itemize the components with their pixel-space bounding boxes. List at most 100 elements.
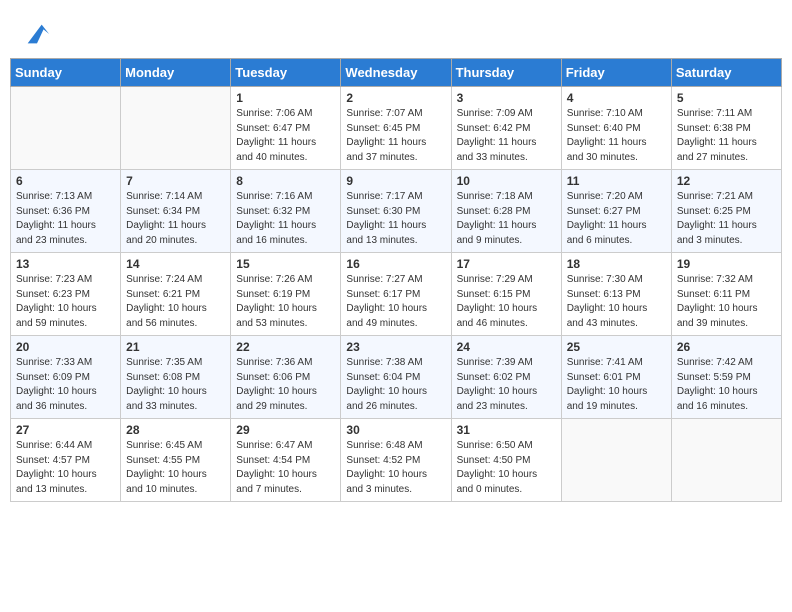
calendar-cell: 5 Sunrise: 7:11 AM Sunset: 6:38 PM Daylig… (671, 87, 781, 170)
calendar-table: SundayMondayTuesdayWednesdayThursdayFrid… (10, 58, 782, 502)
day-number: 1 (236, 91, 335, 105)
logo (20, 20, 51, 48)
day-number: 25 (567, 340, 666, 354)
day-number: 28 (126, 423, 225, 437)
day-number: 22 (236, 340, 335, 354)
calendar-cell: 27 Sunrise: 6:44 AM Sunset: 4:57 PM Dayli… (11, 419, 121, 502)
calendar-cell: 15 Sunrise: 7:26 AM Sunset: 6:19 PM Dayli… (231, 253, 341, 336)
page-header (10, 10, 782, 53)
day-info: Sunrise: 7:17 AM Sunset: 6:30 PM Dayligh… (346, 190, 445, 248)
calendar-cell: 26Sunrise: 7:42 AM Sunset: 5:59 PM Dayli… (671, 336, 781, 419)
calendar-cell (671, 419, 781, 502)
calendar-cell: 6 Sunrise: 7:13 AM Sunset: 6:36 PM Daylig… (11, 170, 121, 253)
calendar-cell: 11 Sunrise: 7:20 AM Sunset: 6:27 PM Dayli… (561, 170, 671, 253)
day-info: Sunrise: 7:06 AM Sunset: 6:47 PM Dayligh… (236, 107, 335, 165)
day-number: 7 (126, 174, 225, 188)
calendar-day-header: Sunday (11, 59, 121, 87)
calendar-cell: 14Sunrise: 7:24 AM Sunset: 6:21 PM Dayli… (121, 253, 231, 336)
calendar-week-row: 1 Sunrise: 7:06 AM Sunset: 6:47 PM Daylig… (11, 87, 782, 170)
day-info: Sunrise: 7:23 AM Sunset: 6:23 PM Dayligh… (16, 273, 115, 331)
day-info: Sunrise: 7:24 AM Sunset: 6:21 PM Dayligh… (126, 273, 225, 331)
day-number: 6 (16, 174, 115, 188)
calendar-cell: 24Sunrise: 7:39 AM Sunset: 6:02 PM Dayli… (451, 336, 561, 419)
calendar-cell: 19 Sunrise: 7:32 AM Sunset: 6:11 PM Dayli… (671, 253, 781, 336)
day-number: 20 (16, 340, 115, 354)
day-info: Sunrise: 7:21 AM Sunset: 6:25 PM Dayligh… (677, 190, 776, 248)
calendar-cell (561, 419, 671, 502)
day-info: Sunrise: 7:35 AM Sunset: 6:08 PM Dayligh… (126, 356, 225, 414)
day-number: 3 (457, 91, 556, 105)
day-number: 16 (346, 257, 445, 271)
day-info: Sunrise: 7:10 AM Sunset: 6:40 PM Dayligh… (567, 107, 666, 165)
day-info: Sunrise: 7:11 AM Sunset: 6:38 PM Dayligh… (677, 107, 776, 165)
day-info: Sunrise: 7:38 AM Sunset: 6:04 PM Dayligh… (346, 356, 445, 414)
calendar-cell: 10 Sunrise: 7:18 AM Sunset: 6:28 PM Dayli… (451, 170, 561, 253)
day-info: Sunrise: 7:42 AM Sunset: 5:59 PM Dayligh… (677, 356, 776, 414)
day-info: Sunrise: 7:41 AM Sunset: 6:01 PM Dayligh… (567, 356, 666, 414)
calendar-cell: 8Sunrise: 7:16 AM Sunset: 6:32 PM Daylig… (231, 170, 341, 253)
calendar-week-row: 13 Sunrise: 7:23 AM Sunset: 6:23 PM Dayli… (11, 253, 782, 336)
calendar-cell: 4 Sunrise: 7:10 AM Sunset: 6:40 PM Daylig… (561, 87, 671, 170)
day-info: Sunrise: 6:47 AM Sunset: 4:54 PM Dayligh… (236, 439, 335, 497)
day-number: 15 (236, 257, 335, 271)
calendar-header-row: SundayMondayTuesdayWednesdayThursdayFrid… (11, 59, 782, 87)
calendar-cell: 31Sunrise: 6:50 AM Sunset: 4:50 PM Dayli… (451, 419, 561, 502)
calendar-cell: 21 Sunrise: 7:35 AM Sunset: 6:08 PM Dayli… (121, 336, 231, 419)
day-info: Sunrise: 7:07 AM Sunset: 6:45 PM Dayligh… (346, 107, 445, 165)
day-info: Sunrise: 7:36 AM Sunset: 6:06 PM Dayligh… (236, 356, 335, 414)
day-number: 19 (677, 257, 776, 271)
day-number: 4 (567, 91, 666, 105)
day-number: 21 (126, 340, 225, 354)
calendar-cell: 2 Sunrise: 7:07 AM Sunset: 6:45 PM Daylig… (341, 87, 451, 170)
day-info: Sunrise: 6:44 AM Sunset: 4:57 PM Dayligh… (16, 439, 115, 497)
calendar-cell: 20Sunrise: 7:33 AM Sunset: 6:09 PM Dayli… (11, 336, 121, 419)
day-info: Sunrise: 7:29 AM Sunset: 6:15 PM Dayligh… (457, 273, 556, 331)
calendar-cell: 23 Sunrise: 7:38 AM Sunset: 6:04 PM Dayli… (341, 336, 451, 419)
calendar-cell: 9 Sunrise: 7:17 AM Sunset: 6:30 PM Daylig… (341, 170, 451, 253)
calendar-cell: 12Sunrise: 7:21 AM Sunset: 6:25 PM Dayli… (671, 170, 781, 253)
day-info: Sunrise: 7:18 AM Sunset: 6:28 PM Dayligh… (457, 190, 556, 248)
day-number: 5 (677, 91, 776, 105)
day-number: 30 (346, 423, 445, 437)
calendar-cell: 30 Sunrise: 6:48 AM Sunset: 4:52 PM Dayli… (341, 419, 451, 502)
calendar-day-header: Friday (561, 59, 671, 87)
calendar-day-header: Wednesday (341, 59, 451, 87)
day-number: 8 (236, 174, 335, 188)
day-number: 18 (567, 257, 666, 271)
calendar-day-header: Tuesday (231, 59, 341, 87)
day-number: 23 (346, 340, 445, 354)
calendar-week-row: 20Sunrise: 7:33 AM Sunset: 6:09 PM Dayli… (11, 336, 782, 419)
calendar-cell: 16Sunrise: 7:27 AM Sunset: 6:17 PM Dayli… (341, 253, 451, 336)
calendar-day-header: Saturday (671, 59, 781, 87)
day-info: Sunrise: 6:50 AM Sunset: 4:50 PM Dayligh… (457, 439, 556, 497)
day-number: 27 (16, 423, 115, 437)
day-info: Sunrise: 6:48 AM Sunset: 4:52 PM Dayligh… (346, 439, 445, 497)
calendar-cell: 13 Sunrise: 7:23 AM Sunset: 6:23 PM Dayli… (11, 253, 121, 336)
day-info: Sunrise: 7:14 AM Sunset: 6:34 PM Dayligh… (126, 190, 225, 248)
calendar-cell (11, 87, 121, 170)
day-number: 10 (457, 174, 556, 188)
calendar-cell: 1 Sunrise: 7:06 AM Sunset: 6:47 PM Daylig… (231, 87, 341, 170)
calendar-week-row: 27 Sunrise: 6:44 AM Sunset: 4:57 PM Dayli… (11, 419, 782, 502)
day-info: Sunrise: 7:32 AM Sunset: 6:11 PM Dayligh… (677, 273, 776, 331)
calendar-day-header: Thursday (451, 59, 561, 87)
calendar-cell: 29Sunrise: 6:47 AM Sunset: 4:54 PM Dayli… (231, 419, 341, 502)
calendar-week-row: 6 Sunrise: 7:13 AM Sunset: 6:36 PM Daylig… (11, 170, 782, 253)
day-number: 17 (457, 257, 556, 271)
day-info: Sunrise: 7:26 AM Sunset: 6:19 PM Dayligh… (236, 273, 335, 331)
calendar-cell: 25 Sunrise: 7:41 AM Sunset: 6:01 PM Dayli… (561, 336, 671, 419)
day-number: 2 (346, 91, 445, 105)
day-number: 9 (346, 174, 445, 188)
day-info: Sunrise: 7:39 AM Sunset: 6:02 PM Dayligh… (457, 356, 556, 414)
calendar-cell: 28Sunrise: 6:45 AM Sunset: 4:55 PM Dayli… (121, 419, 231, 502)
calendar-cell: 22 Sunrise: 7:36 AM Sunset: 6:06 PM Dayli… (231, 336, 341, 419)
logo-icon (23, 20, 51, 48)
day-number: 11 (567, 174, 666, 188)
day-info: Sunrise: 7:30 AM Sunset: 6:13 PM Dayligh… (567, 273, 666, 331)
calendar-cell: 3Sunrise: 7:09 AM Sunset: 6:42 PM Daylig… (451, 87, 561, 170)
day-info: Sunrise: 7:13 AM Sunset: 6:36 PM Dayligh… (16, 190, 115, 248)
calendar-cell: 17 Sunrise: 7:29 AM Sunset: 6:15 PM Dayli… (451, 253, 561, 336)
day-info: Sunrise: 7:20 AM Sunset: 6:27 PM Dayligh… (567, 190, 666, 248)
day-number: 13 (16, 257, 115, 271)
calendar-day-header: Monday (121, 59, 231, 87)
